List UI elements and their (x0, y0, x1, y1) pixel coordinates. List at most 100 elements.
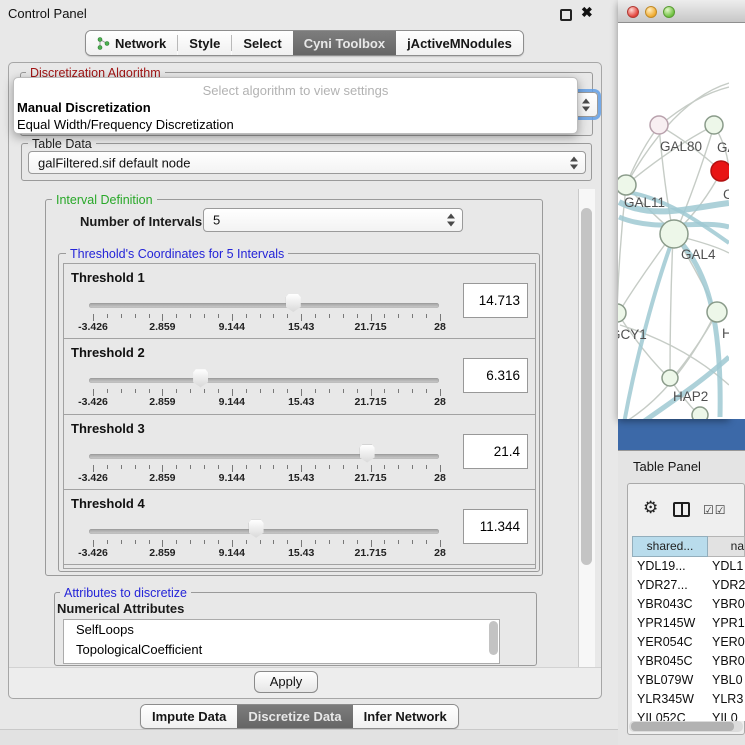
slider-tick-minor (218, 540, 219, 544)
slider-tick-minor (246, 314, 247, 318)
float-window-icon[interactable] (560, 9, 572, 21)
slider-tick-major (371, 389, 372, 396)
network-node-label: GCY1 (618, 327, 647, 342)
table-row[interactable]: YPR145WYPR1 (632, 614, 745, 633)
threshold-4-slider-track[interactable] (89, 529, 439, 534)
tab-style[interactable]: Style (178, 31, 231, 55)
slider-tick-minor (107, 465, 108, 469)
table-cell-shared-name: YLR345W (632, 690, 708, 709)
table-row[interactable]: YBR045CYBR0 (632, 652, 745, 671)
checkboxes-icon[interactable]: ☑☑ (703, 503, 727, 517)
numerical-attributes-list[interactable]: SelfLoopsTopologicalCoefficientBetweenne… (63, 619, 500, 664)
threshold-3-slider-thumb[interactable] (360, 445, 375, 463)
attribute-list-item[interactable]: BetweennessCentrality (64, 659, 499, 664)
threshold-4-value-field[interactable]: 11.344 (463, 509, 528, 544)
tab-discretize-data[interactable]: Discretize Data (237, 705, 352, 728)
zoom-traffic-light-icon[interactable] (663, 6, 675, 18)
slider-tick-major (162, 314, 163, 321)
slider-tick-minor (121, 465, 122, 469)
settings-scrollbar-thumb[interactable] (581, 208, 592, 565)
table-row[interactable]: YBL079WYBL0 (632, 671, 745, 690)
bottom-strip (0, 729, 618, 745)
table-header-row: shared... na (632, 536, 745, 557)
threshold-2-slider-thumb[interactable] (193, 369, 208, 387)
attributes-group-title: Attributes to discretize (60, 586, 191, 600)
minimize-traffic-light-icon[interactable] (645, 6, 657, 18)
tab-network[interactable]: Network (86, 31, 177, 55)
slider-tick-label: 15.43 (288, 547, 314, 559)
table-row[interactable]: YIL052CYIL0 (632, 709, 745, 721)
number-of-intervals-combo[interactable]: 5 (203, 208, 463, 232)
network-node-label: GAL80 (660, 139, 702, 154)
slider-tick-label: 9.144 (219, 321, 245, 333)
table-row[interactable]: YER054CYER0 (632, 633, 745, 652)
network-node-ga[interactable] (705, 116, 723, 134)
network-node-gcy1[interactable] (618, 304, 626, 322)
network-node-hap2[interactable] (662, 370, 678, 386)
column-header-shared[interactable]: shared... (632, 536, 708, 557)
table-row[interactable]: YDL19...YDL1 (632, 557, 745, 576)
threshold-2-slider-track[interactable] (89, 378, 439, 383)
close-traffic-light-icon[interactable] (627, 6, 639, 18)
slider-tick-minor (287, 540, 288, 544)
slider-tick-label: 28 (434, 321, 446, 333)
threshold-1-value-field[interactable]: 14.713 (463, 283, 528, 318)
slider-tick-minor (398, 540, 399, 544)
column-header-name[interactable]: na (708, 536, 745, 557)
threshold-4-slider-thumb[interactable] (249, 520, 264, 538)
apply-button[interactable]: Apply (254, 671, 318, 693)
threshold-1-slider-thumb[interactable] (286, 294, 301, 312)
slider-tick-label: 15.43 (288, 396, 314, 408)
split-columns-icon[interactable] (673, 502, 690, 517)
network-window-titlebar[interactable] (618, 0, 729, 23)
dropdown-option-manual-discretization[interactable]: Manual Discretization (17, 100, 151, 115)
table-row[interactable]: YLR345WYLR3 (632, 690, 745, 709)
tab-cyni-toolbox[interactable]: Cyni Toolbox (293, 31, 396, 55)
tab-infer-network[interactable]: Infer Network (353, 705, 458, 728)
attributes-list-scrollbar-thumb[interactable] (489, 621, 498, 655)
network-node-gal11[interactable] (618, 175, 636, 195)
tab-impute-data[interactable]: Impute Data (141, 705, 237, 728)
threshold-1-slider-track[interactable] (89, 303, 439, 308)
network-node-h[interactable] (707, 302, 727, 322)
network-node-gal4[interactable] (660, 220, 688, 248)
slider-tick-minor (287, 465, 288, 469)
table-cell-shared-name: YDR27... (632, 576, 708, 595)
slider-tick-label: 15.43 (288, 472, 314, 484)
network-node-gal80[interactable] (650, 116, 668, 134)
slider-tick-minor (412, 540, 413, 544)
table-row[interactable]: YBR043CYBR0 (632, 595, 745, 614)
table-cell-shared-name: YBR043C (632, 595, 708, 614)
threshold-4-label: Threshold 4 (71, 496, 145, 511)
table-row[interactable]: YDR27...YDR2 (632, 576, 745, 595)
network-node-unnamed[interactable] (692, 407, 708, 419)
slider-tick-label: 28 (434, 396, 446, 408)
attribute-list-item[interactable]: SelfLoops (64, 620, 499, 640)
slider-tick-minor (273, 540, 274, 544)
table-hscrollbar-thumb[interactable] (631, 722, 734, 731)
table-cell-name: YBR0 (708, 595, 745, 614)
table-data-combo[interactable]: galFiltered.sif default node (28, 151, 586, 174)
slider-tick-major (232, 465, 233, 472)
threshold-3-slider-track[interactable] (89, 454, 439, 459)
tab-jactivemnodules[interactable]: jActiveMNodules (396, 31, 523, 55)
table-cell-shared-name: YDL19... (632, 557, 708, 576)
threshold-2-value-field[interactable]: 6.316 (463, 358, 528, 393)
panel-title: Control Panel (8, 6, 87, 21)
network-node-c[interactable] (711, 161, 729, 181)
gear-icon[interactable]: ⚙ (643, 499, 658, 516)
close-icon[interactable]: ✖ (581, 4, 593, 21)
tab-select[interactable]: Select (232, 31, 292, 55)
slider-tick-minor (273, 389, 274, 393)
slider-tick-minor (190, 389, 191, 393)
slider-tick-major (440, 540, 441, 547)
threshold-3-value-field[interactable]: 21.4 (463, 434, 528, 469)
slider-tick-minor (135, 540, 136, 544)
tab-label: jActiveMNodules (407, 36, 512, 51)
slider-tick-minor (107, 540, 108, 544)
slider-tick-minor (329, 465, 330, 469)
network-canvas[interactable]: GAL80GACGAL11GAL4GCY1HHAP2 (618, 23, 729, 419)
attribute-list-item[interactable]: TopologicalCoefficient (64, 640, 499, 660)
dropdown-option-equal-width-frequency[interactable]: Equal Width/Frequency Discretization (17, 117, 234, 132)
slider-tick-label: 15.43 (288, 321, 314, 333)
